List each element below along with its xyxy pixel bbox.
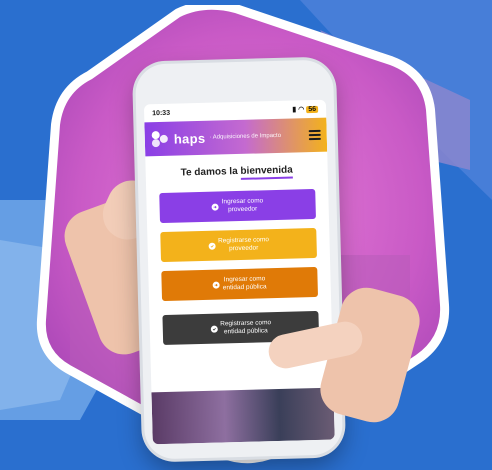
register-provider-button[interactable]: Registrarse como proveedor <box>160 227 317 263</box>
welcome-heading: Te damos la bienvenida <box>146 164 328 180</box>
button-label: Ingresar como proveedor <box>221 197 264 214</box>
button-label: Registrarse como entidad pública <box>220 319 272 336</box>
login-public-entity-button[interactable]: Ingresar como entidad pública <box>161 266 319 302</box>
team-photo <box>151 387 335 445</box>
button-label: Registrarse como proveedor <box>217 236 270 253</box>
check-circle-icon <box>208 242 216 250</box>
wifi-icon: ◠ <box>298 106 305 114</box>
status-icons: ▮ ◠ 56 <box>292 105 319 114</box>
welcome-highlight: bienvenida <box>240 164 293 180</box>
phone-screen: 10:33 ▮ ◠ 56 haps · Adquisiciones de Imp… <box>143 99 335 445</box>
hamburger-icon[interactable] <box>308 129 321 141</box>
signal-icon: ▮ <box>292 106 297 114</box>
arrow-right-circle-icon <box>211 203 219 211</box>
app-header: haps · Adquisiciones de Impacto <box>144 117 328 157</box>
brand-name[interactable]: haps <box>174 130 206 146</box>
status-time: 10:33 <box>152 109 171 117</box>
smartphone: 10:33 ▮ ◠ 56 haps · Adquisiciones de Imp… <box>134 59 344 460</box>
welcome-text: Te damos la <box>180 166 238 179</box>
battery-icon: 56 <box>306 105 319 113</box>
brand-tagline: · Adquisiciones de Impacto <box>209 132 282 141</box>
login-provider-button[interactable]: Ingresar como proveedor <box>159 188 316 224</box>
button-label: Ingresar como entidad pública <box>222 275 267 292</box>
arrow-right-circle-icon <box>212 281 220 289</box>
haps-logo-icon[interactable] <box>151 130 171 149</box>
check-circle-icon <box>210 325 218 333</box>
